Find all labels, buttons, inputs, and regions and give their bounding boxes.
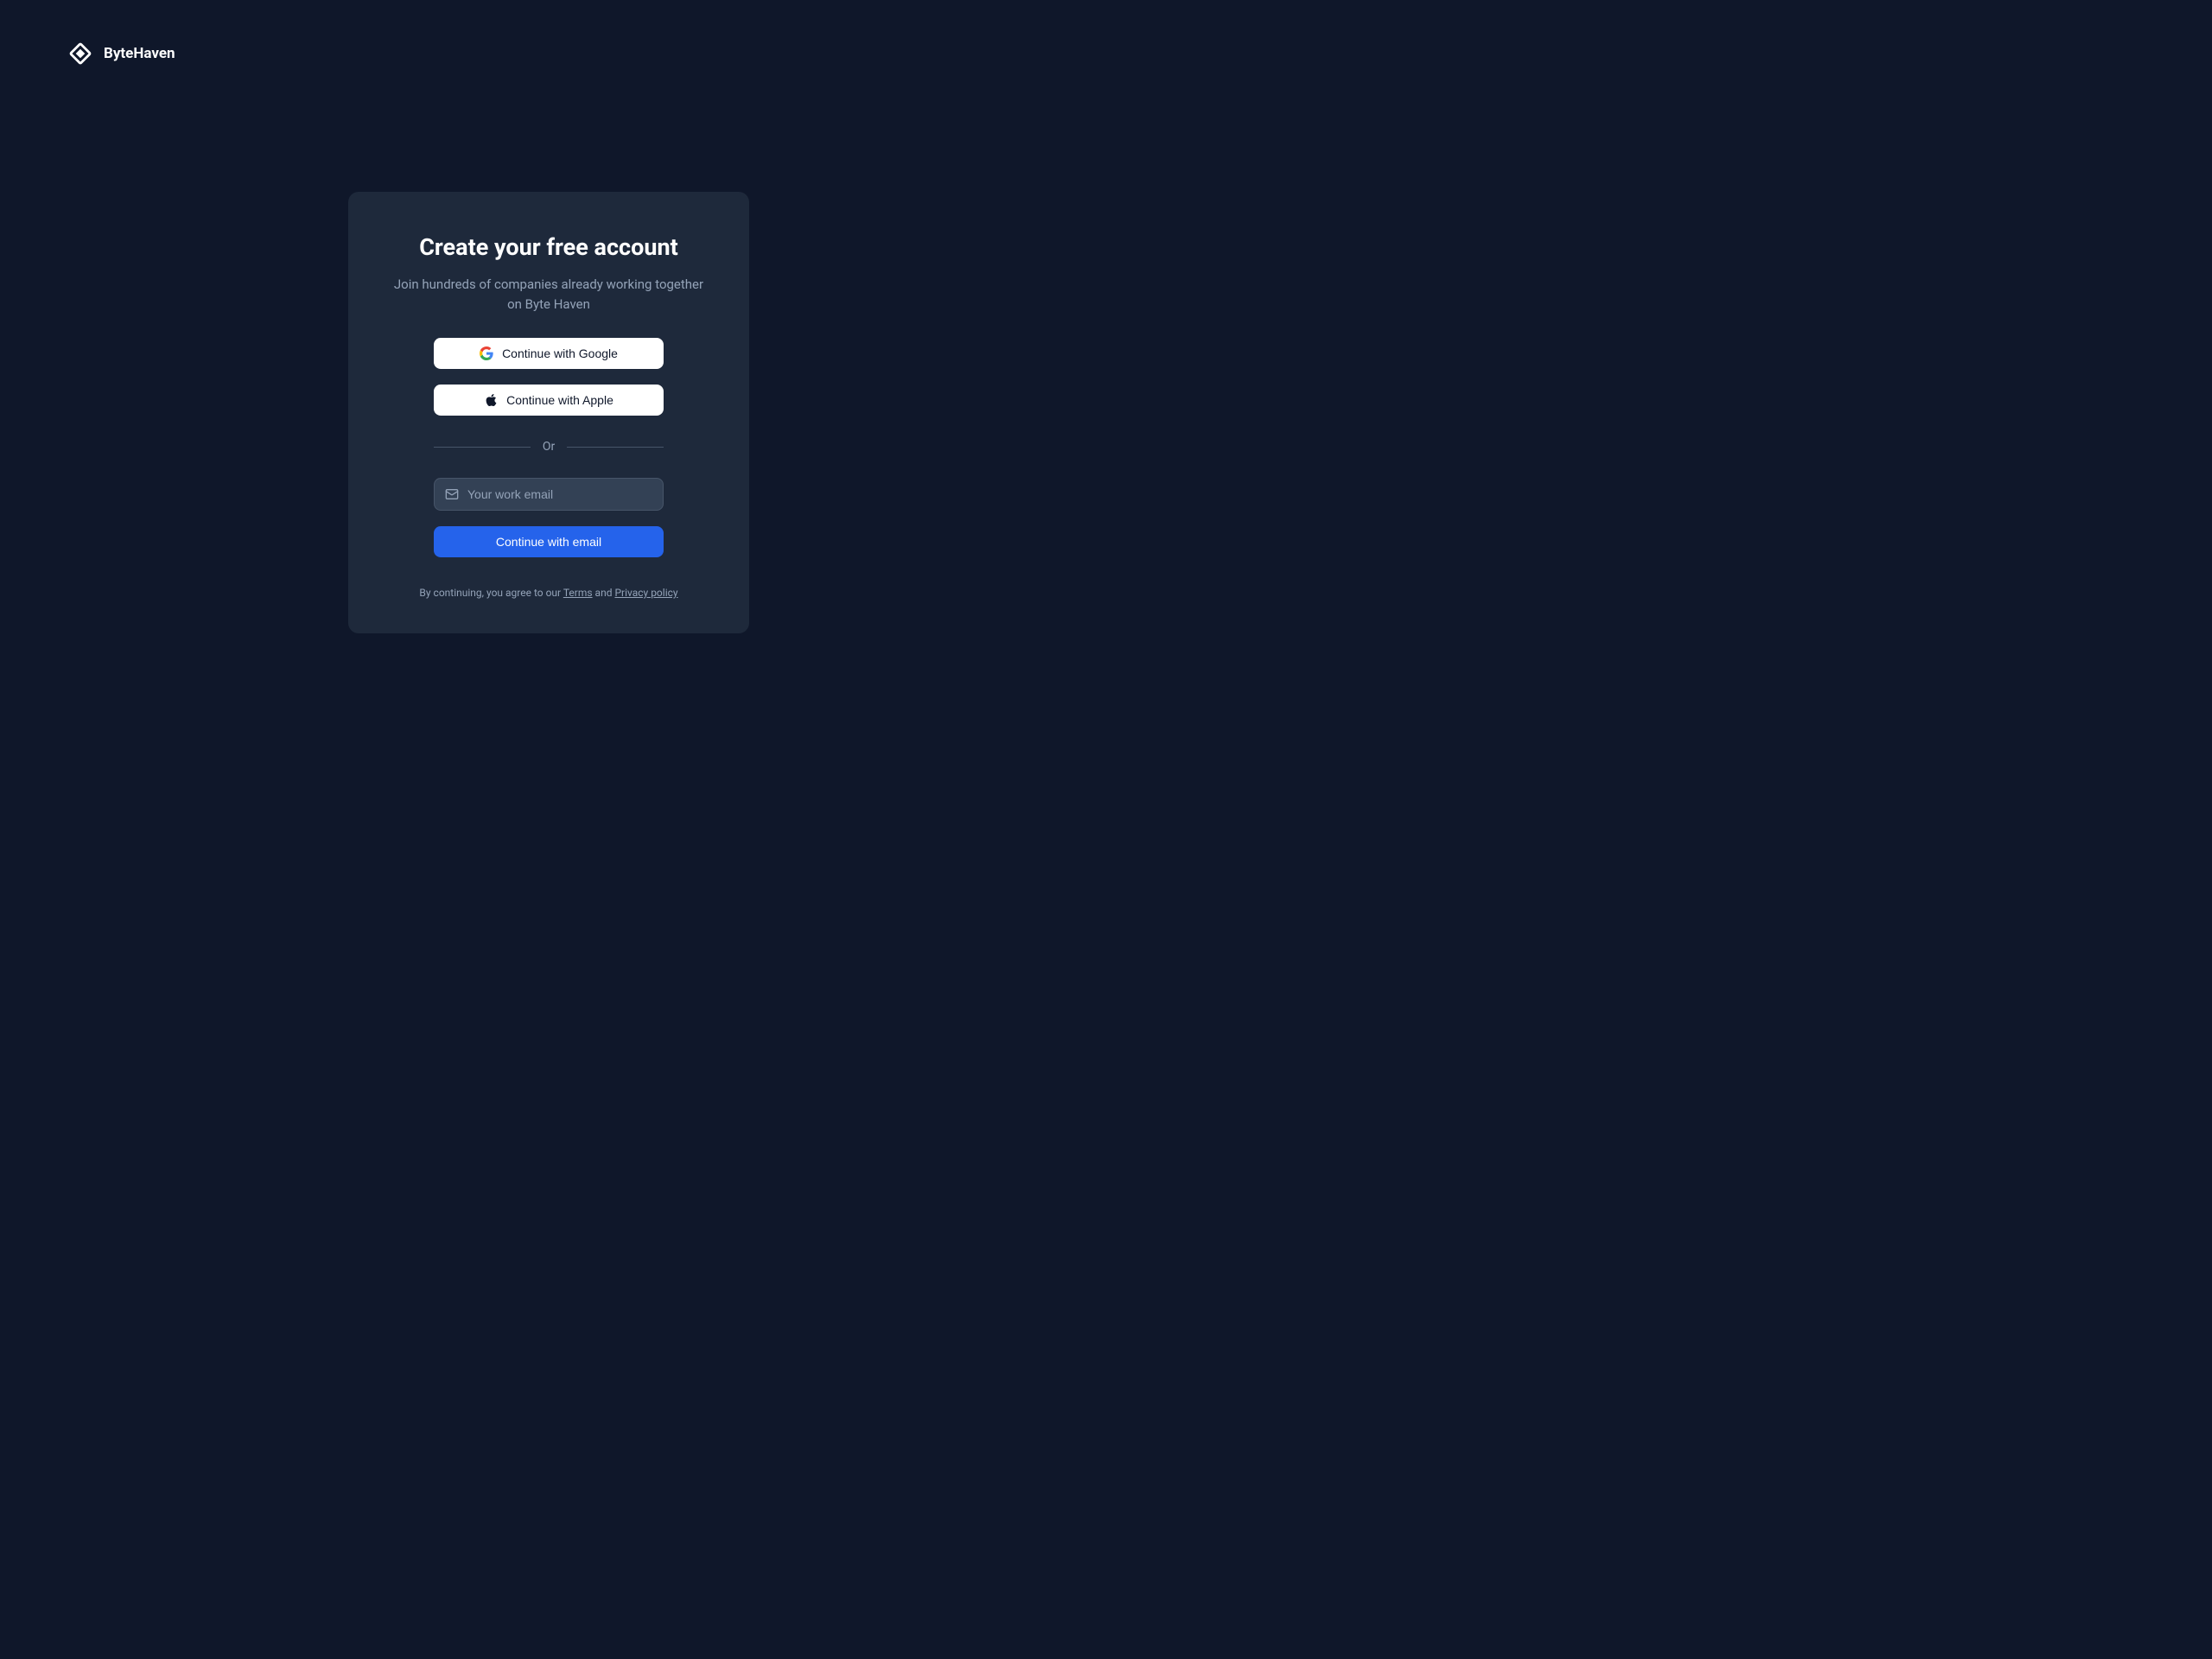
card-subtitle: Join hundreds of companies already worki…	[390, 275, 708, 314]
brand-name: ByteHaven	[104, 45, 175, 62]
continue-with-apple-button[interactable]: Continue with Apple	[434, 385, 664, 416]
divider-line-right	[567, 447, 664, 448]
continue-with-email-button[interactable]: Continue with email	[434, 526, 664, 557]
email-input-wrap	[434, 478, 664, 511]
email-field[interactable]	[434, 478, 664, 511]
divider: Or	[434, 440, 664, 454]
legal-prefix: By continuing, you agree to our	[419, 587, 563, 599]
divider-line-left	[434, 447, 531, 448]
divider-label: Or	[543, 440, 555, 454]
apple-button-label: Continue with Apple	[506, 393, 613, 407]
legal-text: By continuing, you agree to our Terms an…	[390, 587, 708, 599]
google-icon	[480, 346, 493, 360]
privacy-link[interactable]: Privacy policy	[614, 587, 677, 599]
logo-icon	[67, 41, 93, 67]
continue-with-google-button[interactable]: Continue with Google	[434, 338, 664, 369]
signup-card: Create your free account Join hundreds o…	[348, 192, 749, 633]
mail-icon	[445, 487, 459, 501]
terms-link[interactable]: Terms	[563, 587, 593, 599]
apple-icon	[484, 393, 498, 407]
legal-mid: and	[593, 587, 615, 599]
google-button-label: Continue with Google	[502, 346, 618, 360]
header: ByteHaven	[67, 41, 175, 67]
card-title: Create your free account	[390, 233, 708, 261]
